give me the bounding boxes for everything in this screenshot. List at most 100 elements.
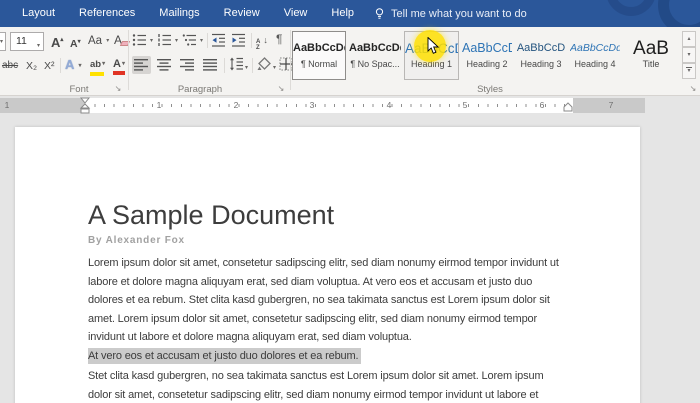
up-mark-icon: ▴ <box>60 37 64 43</box>
tab-layout[interactable]: Layout <box>10 0 67 27</box>
ruler-mark: 1 <box>4 100 10 110</box>
line-spacing-icon <box>230 57 243 71</box>
justify-icon <box>203 59 217 71</box>
highlight-icon: ab <box>90 59 102 70</box>
strikethrough-button[interactable]: abc <box>2 59 18 73</box>
paragraph: Stet clita kasd gubergren, no sea takima… <box>88 370 544 401</box>
document-page[interactable]: A Sample Document By Alexander Fox Lorem… <box>15 127 640 403</box>
align-right-icon <box>180 59 194 71</box>
chevron-down-icon: ▾ <box>121 61 125 67</box>
lightbulb-icon <box>375 7 384 19</box>
decrease-indent-icon[interactable] <box>211 33 227 48</box>
style-preview: AaBbCcDd <box>570 42 620 54</box>
style-preview: AaBbCcDd <box>293 42 345 54</box>
tab-view[interactable]: View <box>272 0 320 27</box>
chevron-down-icon[interactable]: ▾ <box>200 37 203 44</box>
chevron-down-icon[interactable]: ▾ <box>150 37 153 44</box>
grow-font-button[interactable]: A▴ <box>51 33 63 50</box>
styles-dialog-launcher[interactable]: ↘ <box>688 84 698 94</box>
styles-scroll-up-button[interactable]: ▴ <box>682 31 696 47</box>
tab-references[interactable]: References <box>67 0 147 27</box>
styles-gallery-more-button[interactable]: ▾ <box>682 63 696 79</box>
paragraph-dialog-launcher[interactable]: ↘ <box>276 84 286 94</box>
font-size-combobox[interactable]: 11 ▾ <box>10 32 44 51</box>
ribbon: ▾ 11 ▾ A▴ A▾ Aa ▾ A abc X₂ X² A ▾ ab▾ A▾… <box>0 27 700 96</box>
shrink-font-button[interactable]: A▾ <box>70 35 81 51</box>
style-card-heading-2[interactable]: AaBbCcD Heading 2 <box>461 31 513 80</box>
align-center-icon <box>157 59 171 71</box>
style-label: ¶ Normal <box>300 59 338 69</box>
numbering-icon[interactable] <box>157 33 173 48</box>
text-effects-icon: A <box>65 57 74 72</box>
word-window: Layout References Mailings Review View H… <box>0 0 700 403</box>
change-case-icon: Aa <box>88 35 103 47</box>
right-indent-marker[interactable] <box>562 102 574 113</box>
style-label: Heading 3 <box>520 59 562 69</box>
style-label: Title <box>642 59 660 69</box>
chevron-down-icon: ▾ <box>106 38 110 44</box>
tab-review[interactable]: Review <box>212 0 272 27</box>
ruler-mark: 3 <box>309 100 315 110</box>
ruler-mark: 1 <box>156 100 162 110</box>
style-preview: AaB <box>633 39 669 58</box>
font-dialog-launcher[interactable]: ↘ <box>113 84 123 94</box>
style-label: ¶ No Spac... <box>350 59 400 69</box>
style-card-normal[interactable]: AaBbCcDd ¶ Normal <box>292 31 346 80</box>
paragraph-group-label: Paragraph <box>177 84 223 95</box>
align-left-icon <box>134 59 148 71</box>
show-paragraph-marks-button[interactable]: ¶ <box>276 32 282 46</box>
style-preview: AaBbCcD <box>516 42 566 54</box>
style-card-heading-3[interactable]: AaBbCcD Heading 3 <box>515 31 567 80</box>
align-center-button[interactable] <box>155 56 174 74</box>
clear-formatting-button[interactable]: A <box>114 33 131 47</box>
left-indent-marker[interactable] <box>79 96 91 115</box>
sort-button[interactable]: A Z ↓ <box>256 33 268 51</box>
text-highlight-color-button[interactable]: ab▾ <box>90 57 105 76</box>
shading-button[interactable]: ▾ <box>257 57 276 75</box>
styles-group-label: Styles <box>477 84 503 95</box>
tab-help[interactable]: Help <box>319 0 366 27</box>
sort-arrow-icon: ↓ <box>263 35 268 45</box>
chevron-down-icon: ▾ <box>102 61 106 67</box>
text-effects-button[interactable]: A ▾ <box>65 58 82 73</box>
grow-font-icon: A <box>51 35 61 50</box>
ruler-mark: 4 <box>386 100 392 110</box>
change-case-button[interactable]: Aa ▾ <box>88 34 109 48</box>
mouse-cursor <box>427 37 440 54</box>
tell-me-label: Tell me what you want to do <box>391 7 527 20</box>
line-spacing-button[interactable]: ▾ <box>229 57 248 75</box>
style-preview: AaBbCcD <box>462 41 512 55</box>
paint-bucket-icon <box>257 57 271 70</box>
horizontal-ruler: 1 1 2 3 4 5 6 7 <box>0 96 645 115</box>
align-left-button[interactable] <box>132 56 151 74</box>
style-card-no-spacing[interactable]: AaBbCcDd ¶ No Spac... <box>348 31 402 80</box>
chevron-down-icon: ▾ <box>687 68 691 74</box>
font-color-button[interactable]: A▾ <box>113 57 125 75</box>
highlight-color-swatch <box>90 72 104 76</box>
selected-text[interactable]: At vero eos et accusam et justo duo dolo… <box>88 347 362 364</box>
style-card-title[interactable]: AaB Title <box>623 31 679 80</box>
subscript-button[interactable]: X₂ <box>26 59 37 73</box>
shrink-font-icon: A <box>70 38 78 50</box>
ruler-mark: 6 <box>539 100 545 110</box>
justify-button[interactable] <box>201 56 220 74</box>
chevron-down-icon: ▾ <box>273 65 277 71</box>
sort-z-glyph: Z <box>256 45 260 51</box>
superscript-button[interactable]: X² <box>44 59 55 73</box>
titlebar-decoration-circle <box>658 0 700 27</box>
styles-scroll-down-button[interactable]: ▾ <box>682 47 696 63</box>
multilevel-list-icon[interactable] <box>182 33 198 48</box>
align-right-button[interactable] <box>178 56 197 74</box>
style-preview: AaBbCcDd <box>349 42 401 54</box>
font-color-icon: A <box>113 58 121 70</box>
paragraph: Lorem ipsum dolor sit amet, consetetur s… <box>88 257 559 343</box>
chevron-down-icon[interactable]: ▾ <box>175 37 178 44</box>
font-color-swatch <box>113 71 125 75</box>
bullets-icon[interactable] <box>132 33 148 48</box>
style-card-heading-4[interactable]: AaBbCcDd Heading 4 <box>569 31 621 80</box>
tab-mailings[interactable]: Mailings <box>147 0 211 27</box>
tell-me-search[interactable]: Tell me what you want to do <box>374 7 527 21</box>
document-title: A Sample Document <box>88 200 335 230</box>
font-name-combobox[interactable]: ▾ <box>0 32 6 51</box>
increase-indent-icon[interactable] <box>231 33 247 48</box>
